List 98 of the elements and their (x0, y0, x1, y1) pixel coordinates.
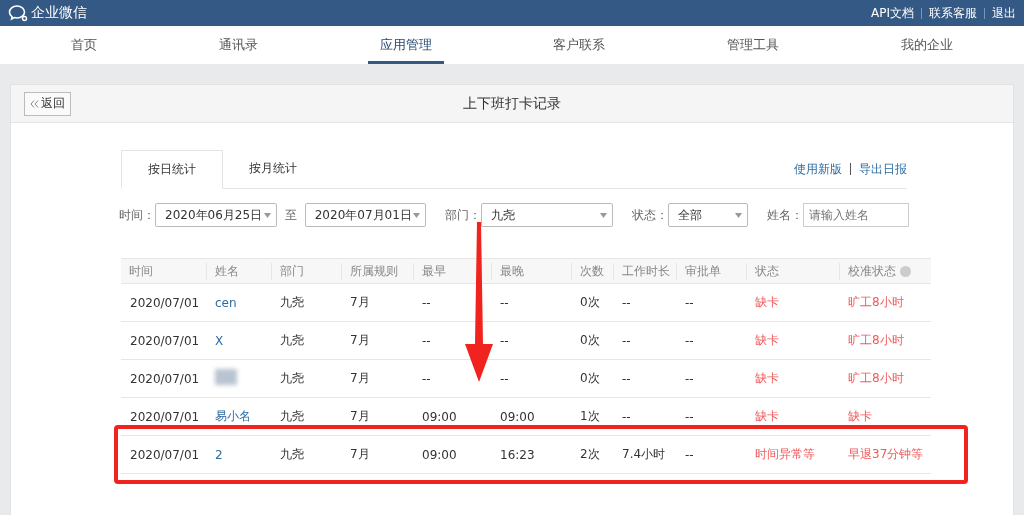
nav-tab[interactable]: 首页 (58, 26, 109, 64)
count-cell: 0次 (580, 371, 600, 385)
latest-cell: -- (500, 371, 509, 386)
dept-cell: 九尧 (280, 333, 304, 347)
nav-tab[interactable]: 应用管理 (367, 26, 444, 64)
hours-cell: -- (622, 371, 631, 386)
end-date-select[interactable]: 2020年07月01日 (304, 203, 427, 227)
approval-cell: -- (685, 371, 694, 386)
earliest-cell: 09:00 (422, 409, 457, 424)
approval-cell: -- (685, 409, 694, 424)
earliest-cell: -- (422, 333, 431, 348)
name-link[interactable]: 易小名 (215, 409, 251, 423)
page-title: 上下班打卡记录 (463, 94, 561, 113)
hours-cell: -- (622, 333, 631, 348)
column-header: 姓名 (206, 262, 271, 280)
column-header: 校准状态 (839, 262, 931, 280)
calibrated-cell: 旷工8小时 (848, 333, 904, 347)
start-date-select[interactable]: 2020年06月25日 (155, 203, 277, 227)
double-chevron-icon (30, 99, 39, 108)
dept-cell: 九尧 (280, 409, 304, 423)
caret-icon (600, 212, 608, 218)
hours-cell: 7.4小时 (622, 447, 666, 461)
caret-icon (263, 212, 271, 218)
blurred-name (215, 369, 237, 385)
date-cell: 2020/07/01 (130, 371, 200, 386)
status-cell: 缺卡 (755, 295, 779, 309)
nav-tab[interactable]: 客户联系 (541, 26, 618, 64)
hours-cell: -- (622, 409, 631, 424)
column-header: 所属规则 (341, 262, 413, 280)
calibrated-cell: 旷工8小时 (848, 295, 904, 309)
status-label: 状态： (632, 206, 669, 224)
department-label: 部门： (445, 206, 482, 224)
nav-tab[interactable]: 管理工具 (715, 26, 792, 64)
hours-cell: -- (622, 295, 631, 310)
column-header: 工作时长 (613, 262, 676, 280)
earliest-cell: -- (422, 295, 431, 310)
rule-cell: 7月 (350, 447, 370, 461)
status-select[interactable]: 全部 (668, 203, 748, 227)
date-cell: 2020/07/01 (130, 447, 200, 462)
chat-logo-icon (8, 4, 28, 22)
approval-cell: -- (685, 295, 694, 310)
count-cell: 0次 (580, 333, 600, 347)
tab[interactable]: 按月统计 (223, 150, 323, 187)
date-cell: 2020/07/01 (130, 295, 200, 310)
approval-cell: -- (685, 447, 694, 462)
time-label: 时间： (119, 206, 155, 224)
dept-cell: 九尧 (280, 371, 304, 385)
column-header: 最晚 (491, 262, 571, 280)
rule-cell: 7月 (350, 371, 370, 385)
name-link[interactable]: X (215, 333, 224, 348)
status-cell: 缺卡 (755, 333, 779, 347)
latest-cell: -- (500, 333, 509, 348)
name-link[interactable]: 2 (215, 447, 223, 462)
column-header: 审批单 (676, 262, 746, 280)
latest-cell: 09:00 (500, 409, 535, 424)
info-icon (900, 265, 911, 277)
back-button[interactable]: 返回 (24, 91, 71, 116)
count-cell: 2次 (580, 447, 600, 461)
name-input[interactable]: 请输入姓名 (803, 203, 909, 227)
status-cell: 缺卡 (755, 371, 779, 385)
tab[interactable]: 按日统计 (121, 150, 223, 189)
rule-cell: 7月 (350, 295, 370, 309)
column-header: 次数 (571, 262, 613, 280)
date-cell: 2020/07/01 (130, 333, 200, 348)
count-cell: 0次 (580, 295, 600, 309)
dept-cell: 九尧 (280, 447, 304, 461)
top-link[interactable]: 联系客服 (929, 4, 977, 22)
top-link[interactable]: 退出 (992, 4, 1016, 22)
earliest-cell: 09:00 (422, 447, 457, 462)
top-link[interactable]: API文档 (871, 4, 914, 22)
earliest-cell: -- (422, 371, 431, 386)
approval-cell: -- (685, 333, 694, 348)
brand-name: 企业微信 (31, 4, 87, 22)
latest-cell: 16:23 (500, 447, 535, 462)
count-cell: 1次 (580, 409, 600, 423)
action-link[interactable]: 导出日报 (859, 160, 907, 178)
column-header: 时间 (128, 262, 154, 280)
to-label: 至 (284, 206, 297, 224)
nav-tab[interactable]: 我的企业 (889, 26, 966, 64)
column-header: 状态 (746, 262, 839, 280)
calibrated-cell: 旷工8小时 (848, 371, 904, 385)
status-cell: 时间异常等 (755, 447, 815, 461)
date-cell: 2020/07/01 (130, 409, 200, 424)
nav-tab[interactable]: 通讯录 (206, 26, 270, 64)
dept-cell: 九尧 (280, 295, 304, 309)
rule-cell: 7月 (350, 409, 370, 423)
status-cell: 缺卡 (755, 409, 779, 423)
calibrated-cell: 早退37分钟等 (848, 447, 924, 461)
latest-cell: -- (500, 295, 509, 310)
name-label: 姓名： (767, 206, 803, 224)
rule-cell: 7月 (350, 333, 370, 347)
column-header: 部门 (271, 262, 341, 280)
caret-icon (735, 212, 742, 218)
calibrated-cell: 缺卡 (848, 409, 872, 423)
caret-icon (413, 212, 421, 218)
name-link[interactable]: cen (215, 295, 237, 310)
action-link[interactable]: 使用新版 (794, 160, 842, 178)
department-select[interactable]: 九尧 (481, 203, 614, 227)
